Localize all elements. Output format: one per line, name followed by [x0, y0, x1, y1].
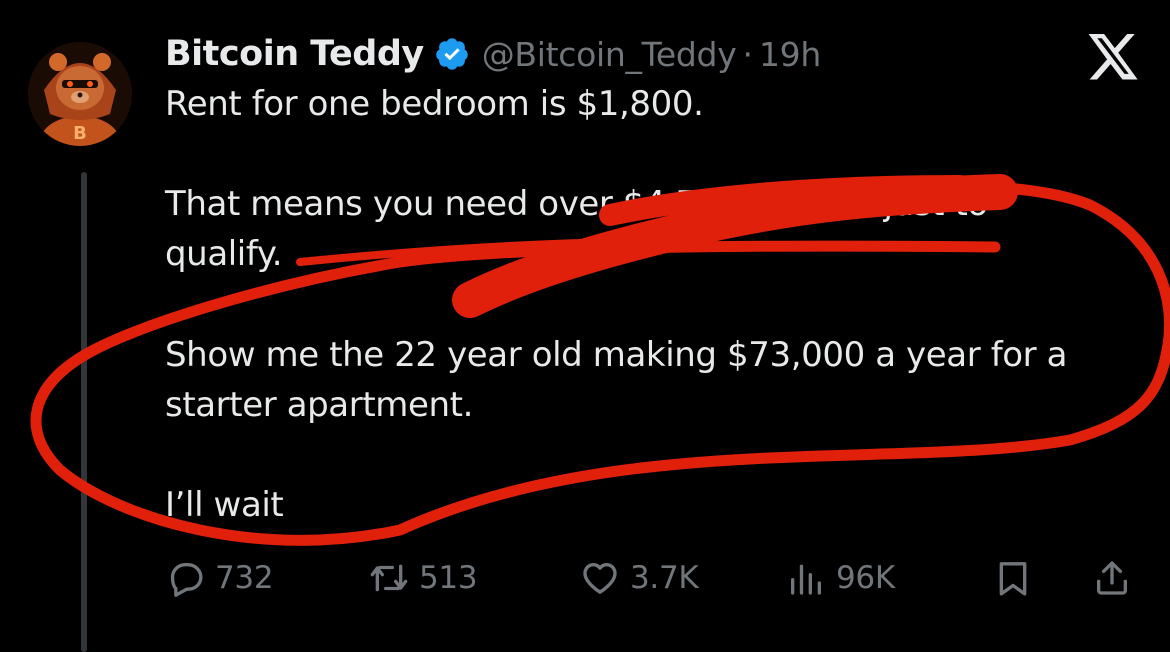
retweet-button[interactable]: 513 — [369, 558, 478, 598]
like-button[interactable]: 3.7K — [580, 558, 699, 598]
retweet-icon — [370, 564, 408, 592]
retweet-count: 513 — [419, 560, 478, 596]
separator-dot: · — [742, 34, 753, 74]
tweet-text-line-2: That means you need over $4,7 — [165, 184, 698, 224]
svg-text:B: B — [73, 123, 87, 144]
tweet-text-line-4: Show me the 22 year old making $73,000 a… — [165, 335, 1068, 375]
tweet-text-line-3: qualify. — [165, 234, 283, 274]
timestamp[interactable]: 19h — [759, 35, 821, 74]
reply-icon — [170, 563, 203, 597]
views-count: 96K — [836, 560, 895, 596]
heart-icon — [583, 563, 617, 594]
reply-button[interactable]: 732 — [165, 558, 274, 598]
views-icon — [791, 564, 821, 595]
views-button[interactable]: 96K — [786, 558, 895, 598]
teddy-bear-avatar-icon: B — [28, 42, 132, 146]
action-bar: 732 513 3.7K 96K — [0, 550, 1170, 610]
bookmark-icon — [999, 562, 1027, 596]
tweet-text-line-6: I’ll wait — [165, 485, 284, 525]
tweet-text-line-2-tail: nth just to — [818, 184, 988, 224]
share-icon — [1097, 561, 1127, 595]
verified-badge-icon — [434, 36, 470, 72]
tweet-text-line-5: starter apartment. — [165, 385, 473, 425]
share-button[interactable] — [1092, 558, 1132, 598]
like-count: 3.7K — [630, 560, 699, 596]
author-handle[interactable]: @Bitcoin_Teddy — [482, 35, 737, 74]
tweet-text-line-1: Rent for one bedroom is $1,800. — [165, 84, 704, 124]
avatar[interactable]: B — [28, 42, 132, 146]
reply-count: 732 — [215, 560, 274, 596]
author-name[interactable]: Bitcoin Teddy — [165, 34, 424, 74]
tweet-header: Bitcoin Teddy @Bitcoin_Teddy · 19h — [165, 30, 821, 78]
x-logo-icon — [1085, 34, 1141, 84]
bookmark-button[interactable] — [993, 558, 1033, 598]
